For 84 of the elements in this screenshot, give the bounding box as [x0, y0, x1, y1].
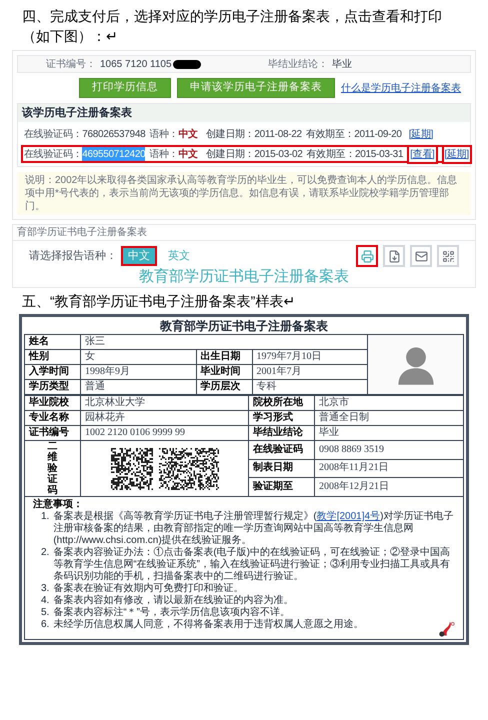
list-number: 1. — [41, 511, 50, 524]
note-text: 备案表内容如有修改，请以最新在线验证的内容为准。 — [53, 595, 294, 606]
info-note: 说明：2002年以来取得各类国家承认高等教育学历的毕业生，可以免费查询本人的学历信息。信息项中用*号代表的，表示当前尚无该项的学历信息。如信息有误，请联系毕业院校学籍学历管理部门。 — [17, 172, 471, 215]
help-link[interactable]: 什么是学历电子注册备案表 — [341, 80, 461, 96]
field-label: 毕业院校 — [24, 396, 80, 410]
conclusion-value: 毕业 — [332, 58, 352, 72]
expiry-date: 有效期至：2015-03-31 — [306, 148, 404, 162]
field-label: 出生日期 — [196, 350, 252, 364]
list-number: 3. — [41, 583, 50, 595]
field-label: 制表日期 — [248, 459, 314, 478]
expiry-date: 有效期至：2011-09-20 — [306, 128, 402, 142]
field-value: 1979年7月10日 — [252, 350, 368, 364]
field-value: 2001年7月 — [252, 364, 368, 380]
section-heading: 五、“教育部学历证书电子注册备案表”样表↵ — [21, 292, 296, 310]
field-value: 园林花卉 — [80, 410, 248, 426]
field-label: 专业名称 — [24, 410, 80, 426]
breadcrumb: 育部学历证书电子注册备案表 — [13, 225, 475, 241]
field-label: 性别 — [24, 350, 80, 364]
field-value: 1998年9月 — [80, 364, 196, 380]
field-value: 2008年12月21日 — [314, 478, 464, 496]
field-value: 张三 — [80, 334, 368, 350]
email-button[interactable] — [410, 245, 432, 267]
language-value: 中文 — [178, 128, 198, 142]
regulation-link[interactable]: 教学[2001]4号 — [316, 511, 380, 522]
notes-title: 注意事项： — [33, 499, 84, 510]
code-label: 在线验证码： — [24, 148, 82, 162]
list-number: 4. — [41, 595, 50, 607]
qr-code-icon — [442, 250, 454, 262]
list-number: 6. — [41, 619, 50, 631]
note-text: 备案表内容验证办法：①点击备案表(电子版)中的在线验证码，可在线验证；②登录中国高等教育学生信息网“在线验证系统”，输入在线验证码进行验证；③利用专业扫描工具或具有条码识别功能的手机，扫描备案表中的二维码进行验证。 — [53, 547, 452, 582]
field-label: 姓名 — [24, 334, 80, 350]
certificate-number: 1065 7120 1105 — [100, 58, 172, 72]
note-text: 备案表是根据《高等教育学历证书电子注册管理暂行规定》(教学[2001]4号)对学历证书电子注册审核备案的结果，由教育部指定的唯一学历查询网站中国高等教育学生信息网(http://www.chsi.com.cn)提供在线验证服务。 — [53, 511, 454, 546]
matrix-code — [158, 448, 218, 490]
field-value: 1002 2120 0106 9999 99 — [80, 426, 248, 440]
record-link[interactable]: [查看] — [407, 144, 438, 164]
qr-code — [110, 448, 152, 490]
field-value: 普通 — [80, 380, 196, 394]
created-date: 创建日期：2015-03-02 — [206, 148, 303, 162]
field-label: 在线验证码 — [248, 440, 314, 460]
field-value: 北京林业大学 — [80, 396, 248, 410]
note-text: 未经学历信息权属人同意，不得将备案表用于违背权属人意愿之用途。 — [53, 619, 364, 631]
field-label: 证书编号 — [24, 426, 80, 440]
field-value: 专科 — [252, 380, 368, 394]
note-text: 备案表内容标注“＊”号，表示学历信息该项内容不详。 — [53, 607, 290, 618]
field-value: 2008年11月21日 — [314, 459, 464, 478]
note-text: 备案表在验证有效期内可免费打印和验证。 — [53, 583, 244, 594]
print-button[interactable] — [356, 245, 378, 267]
report-title: 教育部学历证书电子注册备案表 — [138, 267, 350, 287]
field-value: 北京市 — [314, 396, 464, 410]
field-label: 毕业时间 — [196, 364, 252, 380]
field-label: 入学时间 — [24, 364, 80, 380]
panel-title: 该学历电子注册备案表 — [18, 104, 470, 122]
download-icon — [388, 250, 400, 262]
certificate-label: 证书编号： — [45, 58, 96, 72]
field-label: 学历类型 — [24, 380, 80, 394]
mail-icon — [414, 250, 428, 262]
created-date: 创建日期：2011-08-22 — [206, 128, 302, 142]
field-value: 毕业 — [314, 426, 464, 440]
form-title: 教育部学历证书电子注册备案表 — [158, 319, 329, 334]
field-value: 普通全日制 — [314, 410, 464, 426]
field-label: 学历层次 — [196, 380, 252, 394]
record-link[interactable]: [延期] — [442, 144, 472, 164]
list-number: 5. — [41, 607, 50, 619]
download-button[interactable] — [383, 245, 405, 267]
field-label: 毕结业结论 — [248, 426, 314, 440]
language-label: 语种： — [149, 148, 178, 162]
verification-code: 469550712420 — [82, 146, 146, 162]
language-prompt: 请选择报告语种： — [29, 248, 117, 264]
language-label: 语种： — [149, 128, 178, 142]
field-label: 学习形式 — [248, 410, 314, 426]
qr-code-button[interactable] — [437, 245, 459, 267]
list-number: 2. — [41, 547, 50, 560]
conclusion-label: 毕结业结论： — [268, 58, 328, 72]
qr-label: 二维验证码 — [48, 441, 58, 496]
field-value: 女 — [80, 350, 196, 364]
verification-code: 768026537948 — [82, 128, 146, 142]
field-label: 验证期至 — [248, 478, 314, 496]
field-value: 0908 8869 3519 — [314, 440, 464, 460]
instruction-paragraph: 四、完成支付后，选择对应的学历电子注册备案表，点击查看和打印（如下图）：↵ — [21, 7, 443, 46]
field-label: 院校所在地 — [248, 396, 314, 410]
printer-icon — [360, 250, 374, 262]
code-label: 在线验证码： — [24, 128, 82, 142]
language-value: 中文 — [178, 148, 198, 162]
